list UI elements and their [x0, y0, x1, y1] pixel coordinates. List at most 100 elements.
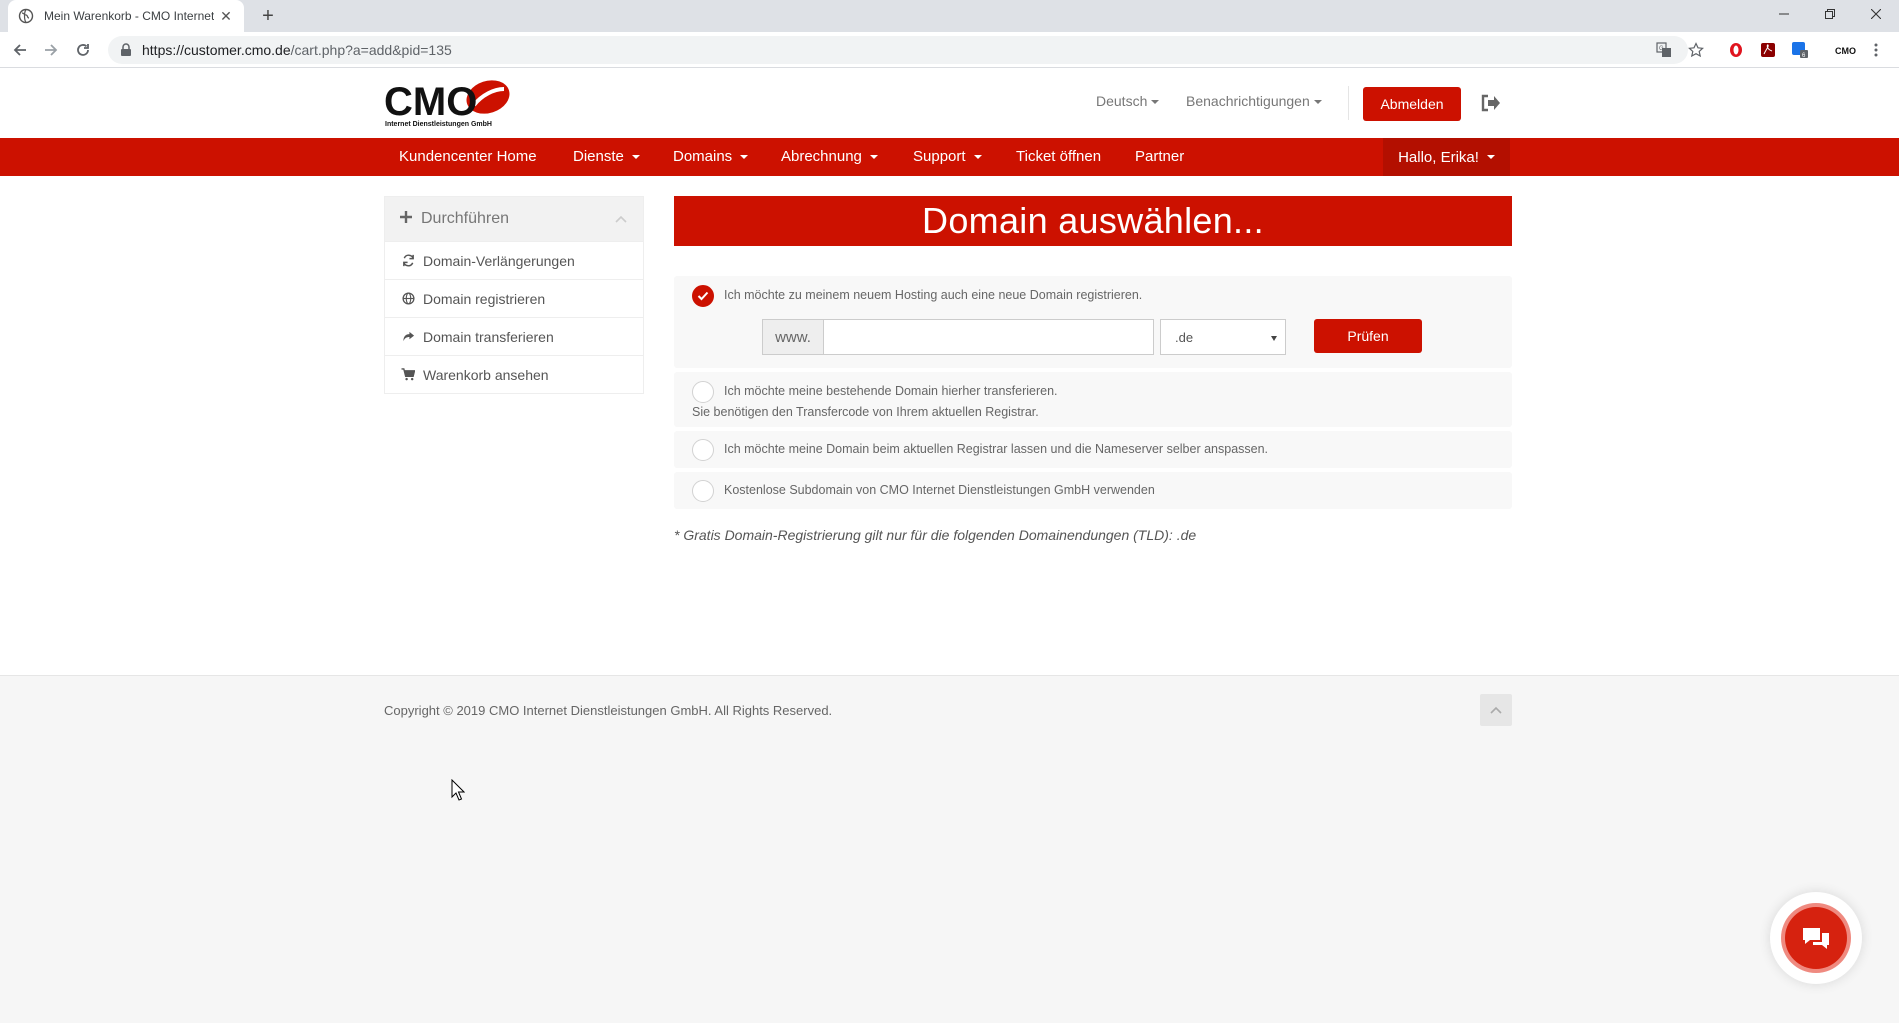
chevron-up-icon[interactable] — [613, 211, 629, 227]
sidebar-panel: Durchführen Domain-Verlängerungen Domain… — [384, 196, 644, 394]
checkmark-icon — [697, 291, 709, 301]
user-menu-dropdown[interactable]: Hallo, Erika! — [1383, 138, 1510, 176]
chevron-up-icon — [1490, 706, 1502, 714]
chevron-down-icon — [740, 155, 749, 160]
option-label: Ich möchte meine Domain beim aktuellen R… — [724, 442, 1269, 456]
page-title-banner: Domain auswählen... — [674, 196, 1512, 246]
language-label: Deutsch — [1096, 93, 1148, 109]
cmo-extension-icon[interactable]: CMO — [1834, 40, 1858, 60]
option-label: Ich möchte zu meinem neuem Hosting auch … — [724, 288, 1143, 302]
user-greeting: Hallo, Erika! — [1398, 148, 1479, 166]
web-page: CMO Internet Dienstleistungen GmbH Deuts… — [0, 68, 1899, 1023]
address-bar[interactable]: https://customer.cmo.de/cart.php?a=add&p… — [108, 36, 1688, 64]
nav-item-support[interactable]: Support — [913, 138, 982, 176]
browser-tab-strip: Mein Warenkorb - CMO Internet ✕ + — [0, 0, 1899, 32]
globe-favicon-icon — [18, 8, 34, 24]
radio-register-new-domain[interactable] — [692, 285, 714, 307]
nav-label: Support — [913, 148, 966, 165]
plus-icon — [399, 210, 413, 229]
pdf-extension-icon[interactable] — [1758, 40, 1778, 60]
lock-icon — [120, 43, 132, 57]
radio-free-subdomain[interactable] — [692, 480, 714, 502]
nav-label: Ticket öffnen — [1016, 148, 1102, 165]
sidebar-item-label: Domain transferieren — [423, 328, 554, 345]
domain-prefix: www. — [762, 319, 824, 355]
chevron-down-icon — [1486, 155, 1495, 159]
url-path: /cart.php?a=add&pid=135 — [290, 42, 452, 58]
nav-label: Abrechnung — [781, 148, 862, 165]
option-register-new-domain: Ich möchte zu meinem neuem Hosting auch … — [674, 276, 1512, 368]
close-window-icon[interactable] — [1853, 0, 1899, 28]
dropdown-arrow-icon — [1271, 336, 1277, 341]
logout-button[interactable]: Abmelden — [1363, 87, 1461, 121]
sidebar-item-label: Domain registrieren — [423, 290, 546, 307]
tld-footnote: * Gratis Domain-Registrierung gilt nur f… — [674, 527, 1197, 543]
translate-icon[interactable]: G — [1654, 40, 1674, 60]
main-navigation: Kundencenter Home Dienste Domains Abrech… — [0, 138, 1899, 176]
sign-out-icon[interactable] — [1479, 92, 1501, 114]
nav-label: Partner — [1135, 148, 1185, 165]
reload-icon[interactable] — [71, 38, 95, 62]
sidebar-item-label: Warenkorb ansehen — [423, 366, 549, 383]
domain-name-input[interactable] — [824, 319, 1154, 355]
check-domain-button[interactable]: Prüfen — [1314, 319, 1422, 353]
domain-search-form: www. .de Prüfen — [674, 307, 1512, 369]
nav-item-partner[interactable]: Partner — [1135, 138, 1184, 176]
back-to-top-button[interactable] — [1480, 694, 1512, 726]
sidebar-title: Durchführen — [421, 210, 510, 227]
browser-tab[interactable]: Mein Warenkorb - CMO Internet ✕ — [8, 0, 244, 32]
forward-arrow-icon[interactable] — [39, 38, 63, 62]
copyright-text: Copyright © 2019 CMO Internet Dienstleis… — [384, 703, 833, 718]
chevron-down-icon — [973, 155, 982, 160]
cmo-logo[interactable]: CMO Internet Dienstleistungen GmbH — [384, 77, 512, 129]
nav-item-domains[interactable]: Domains — [673, 138, 749, 176]
globe-icon — [401, 292, 415, 306]
chat-widget — [1770, 892, 1862, 984]
radio-transfer-domain[interactable] — [692, 381, 714, 403]
logo-wordmark: CMO — [384, 80, 477, 124]
sidebar-item-register-domain[interactable]: Domain registrieren — [385, 279, 643, 317]
option-free-subdomain: Kostenlose Subdomain von CMO Internet Di… — [674, 472, 1512, 509]
restore-window-icon[interactable] — [1807, 0, 1853, 28]
nav-item-abrechnung[interactable]: Abrechnung — [781, 138, 878, 176]
sidebar-item-label: Domain-Verlängerungen — [423, 252, 575, 269]
close-tab-icon[interactable]: ✕ — [218, 8, 234, 24]
share-arrow-icon — [401, 330, 415, 344]
nav-label: Dienste — [573, 148, 624, 165]
notifications-dropdown[interactable]: Benachrichtigungen — [1186, 93, 1322, 109]
browser-tab-title: Mein Warenkorb - CMO Internet — [44, 9, 214, 23]
cart-icon — [401, 368, 415, 382]
browser-toolbar: https://customer.cmo.de/cart.php?a=add&p… — [0, 32, 1899, 68]
url-text: https://customer.cmo.de/cart.php?a=add&p… — [142, 42, 452, 58]
back-arrow-icon[interactable] — [8, 38, 32, 62]
chevron-down-icon — [1151, 100, 1160, 105]
option-transfer-domain: Ich möchte meine bestehende Domain hierh… — [674, 372, 1512, 427]
sidebar-item-transfer-domain[interactable]: Domain transferieren — [385, 317, 643, 355]
nav-item-kundencenter-home[interactable]: Kundencenter Home — [399, 138, 537, 176]
nav-item-dienste[interactable]: Dienste — [573, 138, 640, 176]
new-tab-icon[interactable]: + — [256, 4, 280, 28]
nav-item-ticket-oeffnen[interactable]: Ticket öffnen — [1016, 138, 1101, 176]
language-dropdown[interactable]: Deutsch — [1096, 93, 1160, 109]
nav-label: Kundencenter Home — [399, 148, 537, 165]
svg-text:CMO: CMO — [1835, 46, 1856, 56]
sidebar-item-domain-renewals[interactable]: Domain-Verlängerungen — [385, 241, 643, 279]
option-label: Ich möchte meine bestehende Domain hierh… — [724, 384, 1058, 398]
site-footer: Copyright © 2019 CMO Internet Dienstleis… — [0, 675, 1899, 1023]
browser-menu-icon[interactable] — [1866, 40, 1886, 60]
chat-button[interactable] — [1785, 907, 1847, 969]
option-sublabel: Sie benötigen den Transfercode von Ihrem… — [692, 405, 1039, 419]
tld-select[interactable]: .de — [1160, 319, 1286, 355]
extension-badge-icon[interactable]: 6 — [1790, 40, 1810, 60]
radio-own-nameservers[interactable] — [692, 439, 714, 461]
main-content: Domain auswählen... Ich möchte zu meinem… — [674, 196, 1512, 543]
sidebar-item-view-cart[interactable]: Warenkorb ansehen — [385, 355, 643, 393]
notifications-label: Benachrichtigungen — [1186, 93, 1310, 109]
sidebar-header[interactable]: Durchführen — [385, 197, 643, 241]
minimize-window-icon[interactable] — [1761, 0, 1807, 28]
url-host: https://customer.cmo.de — [142, 42, 291, 58]
option-own-nameservers: Ich möchte meine Domain beim aktuellen R… — [674, 431, 1512, 468]
svg-text:G: G — [1659, 46, 1664, 52]
opera-extension-icon[interactable] — [1726, 40, 1746, 60]
bookmark-star-icon[interactable] — [1686, 40, 1706, 60]
